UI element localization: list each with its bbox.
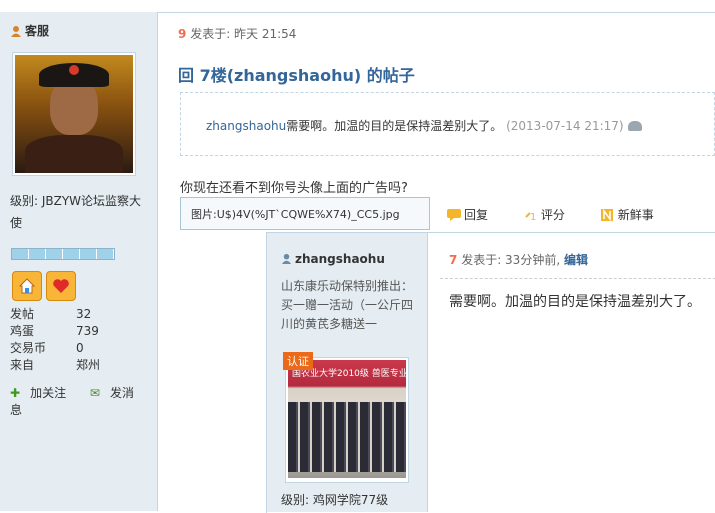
stat-row: 交易币 0 — [10, 341, 84, 355]
reply-button[interactable]: 回复 — [447, 208, 504, 222]
author-sidebar: 客服 级别: JBZYW论坛监察大使 发帖 32 鸡蛋 739 交易币 0 来自 郑州 … — [0, 12, 158, 511]
rate-button[interactable]: 1 评分 — [524, 208, 581, 222]
stat-row: 发帖 32 — [10, 307, 92, 321]
fresh-button[interactable]: 新鲜事 — [600, 208, 670, 222]
nested-floor[interactable]: 7 — [449, 253, 457, 267]
nested-level: 级别: 鸡网学院77级 — [281, 493, 389, 507]
author-avatar[interactable] — [12, 52, 136, 176]
level-progress-bar — [11, 248, 115, 260]
nested-post: zhangshaohu 山东康乐动保特别推出：买一赠一活动（一公斤四川的黄芪多糖… — [266, 232, 715, 513]
nested-author-sidebar: zhangshaohu 山东康乐动保特别推出：买一赠一活动（一公斤四川的黄芪多糖… — [267, 233, 428, 512]
author-name[interactable]: 客服 — [25, 24, 49, 38]
author-name-row[interactable]: 客服 — [10, 22, 49, 39]
quote-text: 需要啊。加温的目的是保持温差别大了。 — [286, 119, 503, 133]
quote-block: zhangshaohu需要啊。加温的目的是保持温差别大了。 (2013-07-1… — [180, 92, 715, 156]
rate-icon: 1 — [525, 212, 536, 221]
mail-icon: ✉ — [89, 386, 100, 400]
edit-link[interactable]: 编辑 — [564, 253, 588, 267]
nested-meta: 7 发表于: 33分钟前, 编辑 — [449, 253, 588, 267]
cert-badge: 认证 — [283, 352, 313, 370]
author-level: 级别: JBZYW论坛监察大使 — [10, 194, 142, 230]
divider — [440, 278, 715, 279]
reply-icon — [447, 209, 461, 221]
post-time: 发表于: 昨天 21:54 — [190, 27, 297, 41]
post-title: 回 7楼(zhangshaohu) 的帖子 — [178, 66, 415, 85]
user-icon — [11, 26, 21, 37]
home-medal-icon[interactable] — [12, 271, 42, 301]
heart-medal-icon[interactable] — [46, 271, 76, 301]
nested-signature[interactable]: 山东康乐动保特别推出：买一赠一活动（一公斤四川的黄芪多糖送一 — [281, 277, 413, 334]
stat-row: 来自 郑州 — [10, 358, 101, 372]
author-actions: ✚ 加关注 ✉ 发消息 — [10, 384, 157, 418]
nested-body: 需要啊。加温的目的是保持温差别大了。 — [449, 294, 701, 310]
quote-date: (2013-07-14 21:17) — [506, 119, 624, 133]
nested-time: 发表于: 33分钟前 — [461, 253, 557, 267]
nested-avatar-photo[interactable]: 国农业大学2010级 兽医专业学位研究生新年联欢 — [285, 357, 409, 483]
stat-row: 鸡蛋 739 — [10, 324, 99, 338]
fresh-icon — [600, 209, 613, 221]
image-attachment[interactable]: 图片:U$)4V(%JT`CQWE%X74)_CC5.jpg — [180, 197, 430, 230]
floor-number[interactable]: 9 — [178, 27, 186, 41]
post-body: 你现在还看不到你号头像上面的广告吗? — [180, 181, 408, 196]
plus-icon: ✚ — [10, 386, 21, 400]
nested-user[interactable]: zhangshaohu — [281, 252, 385, 266]
post-meta: 9 发表于: 昨天 21:54 — [178, 25, 296, 42]
return-arrow-icon[interactable] — [627, 121, 642, 131]
svg-text:1: 1 — [530, 212, 536, 221]
quote-user[interactable]: zhangshaohu — [206, 119, 286, 133]
follow-button[interactable]: ✚ 加关注 — [10, 386, 76, 400]
post-actions: 回复 1 评分 新鲜事 — [447, 206, 686, 223]
author-stats: 发帖 32 鸡蛋 739 交易币 0 来自 郑州 — [10, 306, 150, 374]
user-icon — [281, 253, 292, 264]
